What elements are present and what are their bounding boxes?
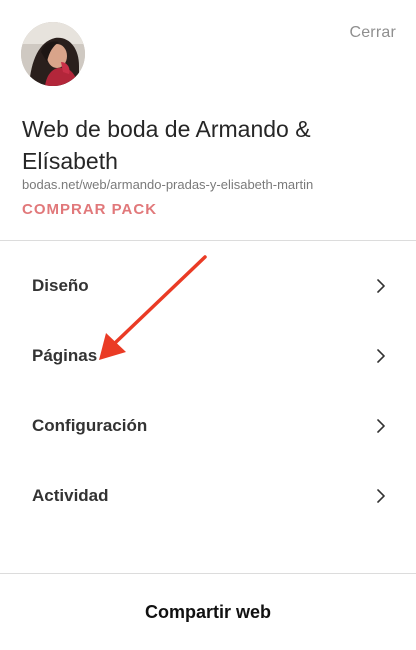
menu-item-label: Páginas [32, 346, 98, 365]
chevron-right-icon [377, 419, 385, 433]
menu-item-paginas[interactable]: Páginas [0, 321, 416, 391]
menu-item-diseno[interactable]: Diseño [0, 251, 416, 321]
menu-item-actividad[interactable]: Actividad [0, 461, 416, 531]
menu-item-label: Diseño [32, 276, 89, 295]
share-web-button[interactable]: Compartir web [0, 574, 416, 650]
chevron-right-icon [377, 489, 385, 503]
menu-item-label: Configuración [32, 416, 148, 435]
share-web-label: Compartir web [144, 601, 272, 622]
close-button[interactable]: Cerrar [349, 24, 396, 42]
chevron-right-icon [377, 349, 385, 363]
menu-item-configuracion[interactable]: Configuración [0, 391, 416, 461]
site-title: Web de boda de Armando & Elísabeth [22, 116, 311, 174]
divider [0, 240, 416, 241]
menu-item-label: Actividad [32, 486, 109, 505]
avatar [21, 22, 85, 86]
chevron-right-icon [377, 279, 385, 293]
site-url: bodas.net/web/armando-pradas-y-elisabeth… [22, 177, 314, 192]
buy-pack-button[interactable]: COMPRAR PACK [22, 201, 157, 218]
